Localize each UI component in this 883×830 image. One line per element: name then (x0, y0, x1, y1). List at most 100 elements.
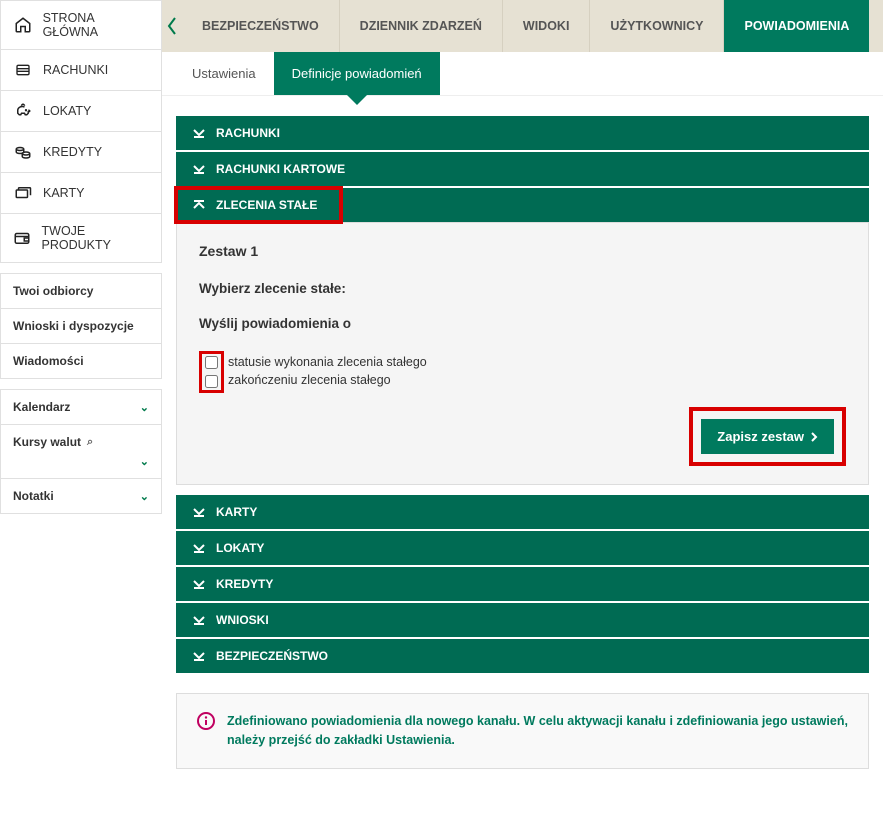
accordion-label: BEZPIECZEŃSTWO (216, 649, 328, 663)
tab-security[interactable]: BEZPIECZEŃSTWO (182, 0, 340, 52)
expand-down-icon (192, 613, 206, 627)
button-label: Zapisz zestaw (717, 429, 804, 444)
expand-down-icon (192, 505, 206, 519)
subtab-label: Ustawienia (192, 66, 256, 81)
subtab-definitions[interactable]: Definicje powiadomień (274, 52, 440, 95)
tab-users[interactable]: UŻYTKOWNICY (590, 0, 724, 52)
sidebar-item-label: Wiadomości (13, 354, 84, 368)
sidebar-item-deposits[interactable]: LOKATY (1, 91, 161, 132)
accordion-label: RACHUNKI (216, 126, 280, 140)
sidebar-item-label: KREDYTY (43, 145, 102, 159)
accordion-header[interactable]: BEZPIECZEŃSTWO (176, 639, 869, 673)
tab-notifications[interactable]: POWIADOMIENIA (724, 0, 869, 52)
accordion-header[interactable]: LOKATY (176, 531, 869, 565)
expand-down-icon (192, 162, 206, 176)
sidebar-item-label: LOKATY (43, 104, 91, 118)
sidebar-item-label: Kalendarz (13, 400, 70, 414)
sidebar-item-messages[interactable]: Wiadomości (1, 344, 161, 378)
content-area: RACHUNKI RACHUNKI KARTOWE (162, 96, 883, 789)
home-icon (11, 15, 35, 35)
checkbox-highlight (199, 351, 224, 393)
accordion-security: BEZPIECZEŃSTWO (176, 639, 869, 673)
save-button-highlight: Zapisz zestaw (689, 407, 846, 466)
collapse-up-icon (192, 198, 206, 212)
sidebar-item-label: KARTY (43, 186, 84, 200)
step-choose-label: Wybierz zlecenie stałe: (199, 281, 846, 296)
expand-down-icon (192, 541, 206, 555)
accordion-label: RACHUNKI KARTOWE (216, 162, 345, 176)
tab-label: WIDOKI (523, 19, 570, 33)
sidebar-item-home[interactable]: STRONA GŁÓWNA (1, 1, 161, 50)
info-icon (197, 712, 215, 730)
magnifier-icon: ⌕ (87, 436, 93, 449)
sidebar-item-label: TWOJE PRODUKTY (42, 224, 151, 252)
accordion-card-accounts: RACHUNKI KARTOWE (176, 152, 869, 186)
sidebar-widget-rates[interactable]: Kursy walut ⌕ ⌄ (1, 425, 161, 479)
accordion-header[interactable]: RACHUNKI KARTOWE (176, 152, 869, 186)
sidebar: STRONA GŁÓWNA RACHUNKI LOKATY KREDYTY (0, 0, 162, 789)
accordion-accounts: RACHUNKI (176, 116, 869, 150)
check-end[interactable] (205, 375, 218, 388)
tab-label: UŻYTKOWNICY (610, 19, 703, 33)
wallet-icon (11, 228, 34, 248)
coins-icon (11, 142, 35, 162)
sidebar-item-applications[interactable]: Wnioski i dyspozycje (1, 309, 161, 344)
subtab-settings[interactable]: Ustawienia (174, 52, 274, 95)
expand-down-icon (192, 577, 206, 591)
sidebar-item-loans[interactable]: KREDYTY (1, 132, 161, 173)
accordion-header-active[interactable]: ZLECENIA STAŁE (176, 188, 341, 222)
nav-back-button[interactable] (162, 0, 182, 52)
sidebar-main-group: STRONA GŁÓWNA RACHUNKI LOKATY KREDYTY (0, 0, 162, 263)
sidebar-widget-calendar[interactable]: Kalendarz ⌄ (1, 390, 161, 425)
tab-views[interactable]: WIDOKI (503, 0, 591, 52)
piggy-icon (11, 101, 35, 121)
sidebar-item-label: Wnioski i dyspozycje (13, 319, 134, 333)
accordion-header[interactable]: RACHUNKI (176, 116, 869, 150)
accordion-deposits: LOKATY (176, 531, 869, 565)
save-set-button[interactable]: Zapisz zestaw (701, 419, 834, 454)
accordion-label: KREDYTY (216, 577, 273, 591)
accordion-loans: KREDYTY (176, 567, 869, 601)
tab-event-log[interactable]: DZIENNIK ZDARZEŃ (340, 0, 503, 52)
tab-label: DZIENNIK ZDARZEŃ (360, 19, 482, 33)
sidebar-widgets-group: Kalendarz ⌄ Kursy walut ⌕ ⌄ Notatki ⌄ (0, 389, 162, 514)
accordion-standing-orders: ZLECENIA STAŁE Zestaw 1 Wybierz zlecenie… (176, 188, 869, 485)
chevron-down-icon: ⌄ (13, 455, 149, 468)
check-label-status: statusie wykonania zlecenia stałego (228, 355, 427, 369)
sidebar-item-label: STRONA GŁÓWNA (43, 11, 151, 39)
list-icon (11, 60, 35, 80)
accordion-label: ZLECENIA STAŁE (216, 198, 317, 212)
chevron-down-icon: ⌄ (140, 401, 149, 414)
sidebar-secondary-group: Twoi odbiorcy Wnioski i dyspozycje Wiado… (0, 273, 162, 379)
info-message-box: Zdefiniowano powiadomienia dla nowego ka… (176, 693, 869, 769)
check-status[interactable] (205, 356, 218, 369)
sidebar-widget-notes[interactable]: Notatki ⌄ (1, 479, 161, 513)
tab-label: POWIADOMIENIA (744, 19, 849, 33)
sidebar-item-accounts[interactable]: RACHUNKI (1, 50, 161, 91)
accordion-header[interactable]: KARTY (176, 495, 869, 529)
sidebar-item-label: Notatki (13, 489, 54, 503)
tab-label: BEZPIECZEŃSTWO (202, 19, 319, 33)
step-send-label: Wyślij powiadomienia o (199, 316, 846, 331)
accordion-header[interactable]: KREDYTY (176, 567, 869, 601)
sidebar-item-label: Twoi odbiorcy (13, 284, 93, 298)
sidebar-item-cards[interactable]: KARTY (1, 173, 161, 214)
expand-down-icon (192, 649, 206, 663)
accordion-header[interactable]: WNIOSKI (176, 603, 869, 637)
check-label-end: zakończeniu zlecenia stałego (228, 373, 427, 387)
accordion-label: LOKATY (216, 541, 264, 555)
cards-icon (11, 183, 35, 203)
info-text: Zdefiniowano powiadomienia dla nowego ka… (227, 712, 848, 750)
accordion-applications: WNIOSKI (176, 603, 869, 637)
accordion-label: WNIOSKI (216, 613, 269, 627)
sidebar-item-recipients[interactable]: Twoi odbiorcy (1, 274, 161, 309)
accordion-body: Zestaw 1 Wybierz zlecenie stałe: Wyślij … (176, 222, 869, 485)
chevron-right-icon (810, 431, 818, 443)
chevron-down-icon: ⌄ (140, 490, 149, 503)
sub-nav: Ustawienia Definicje powiadomień (162, 52, 883, 96)
sidebar-item-label: Kursy walut (13, 435, 81, 449)
accordion-label: KARTY (216, 505, 257, 519)
sidebar-item-products[interactable]: TWOJE PRODUKTY (1, 214, 161, 262)
check-text: zakończeniu zlecenia stałego (228, 373, 391, 387)
subtab-label: Definicje powiadomień (292, 66, 422, 81)
